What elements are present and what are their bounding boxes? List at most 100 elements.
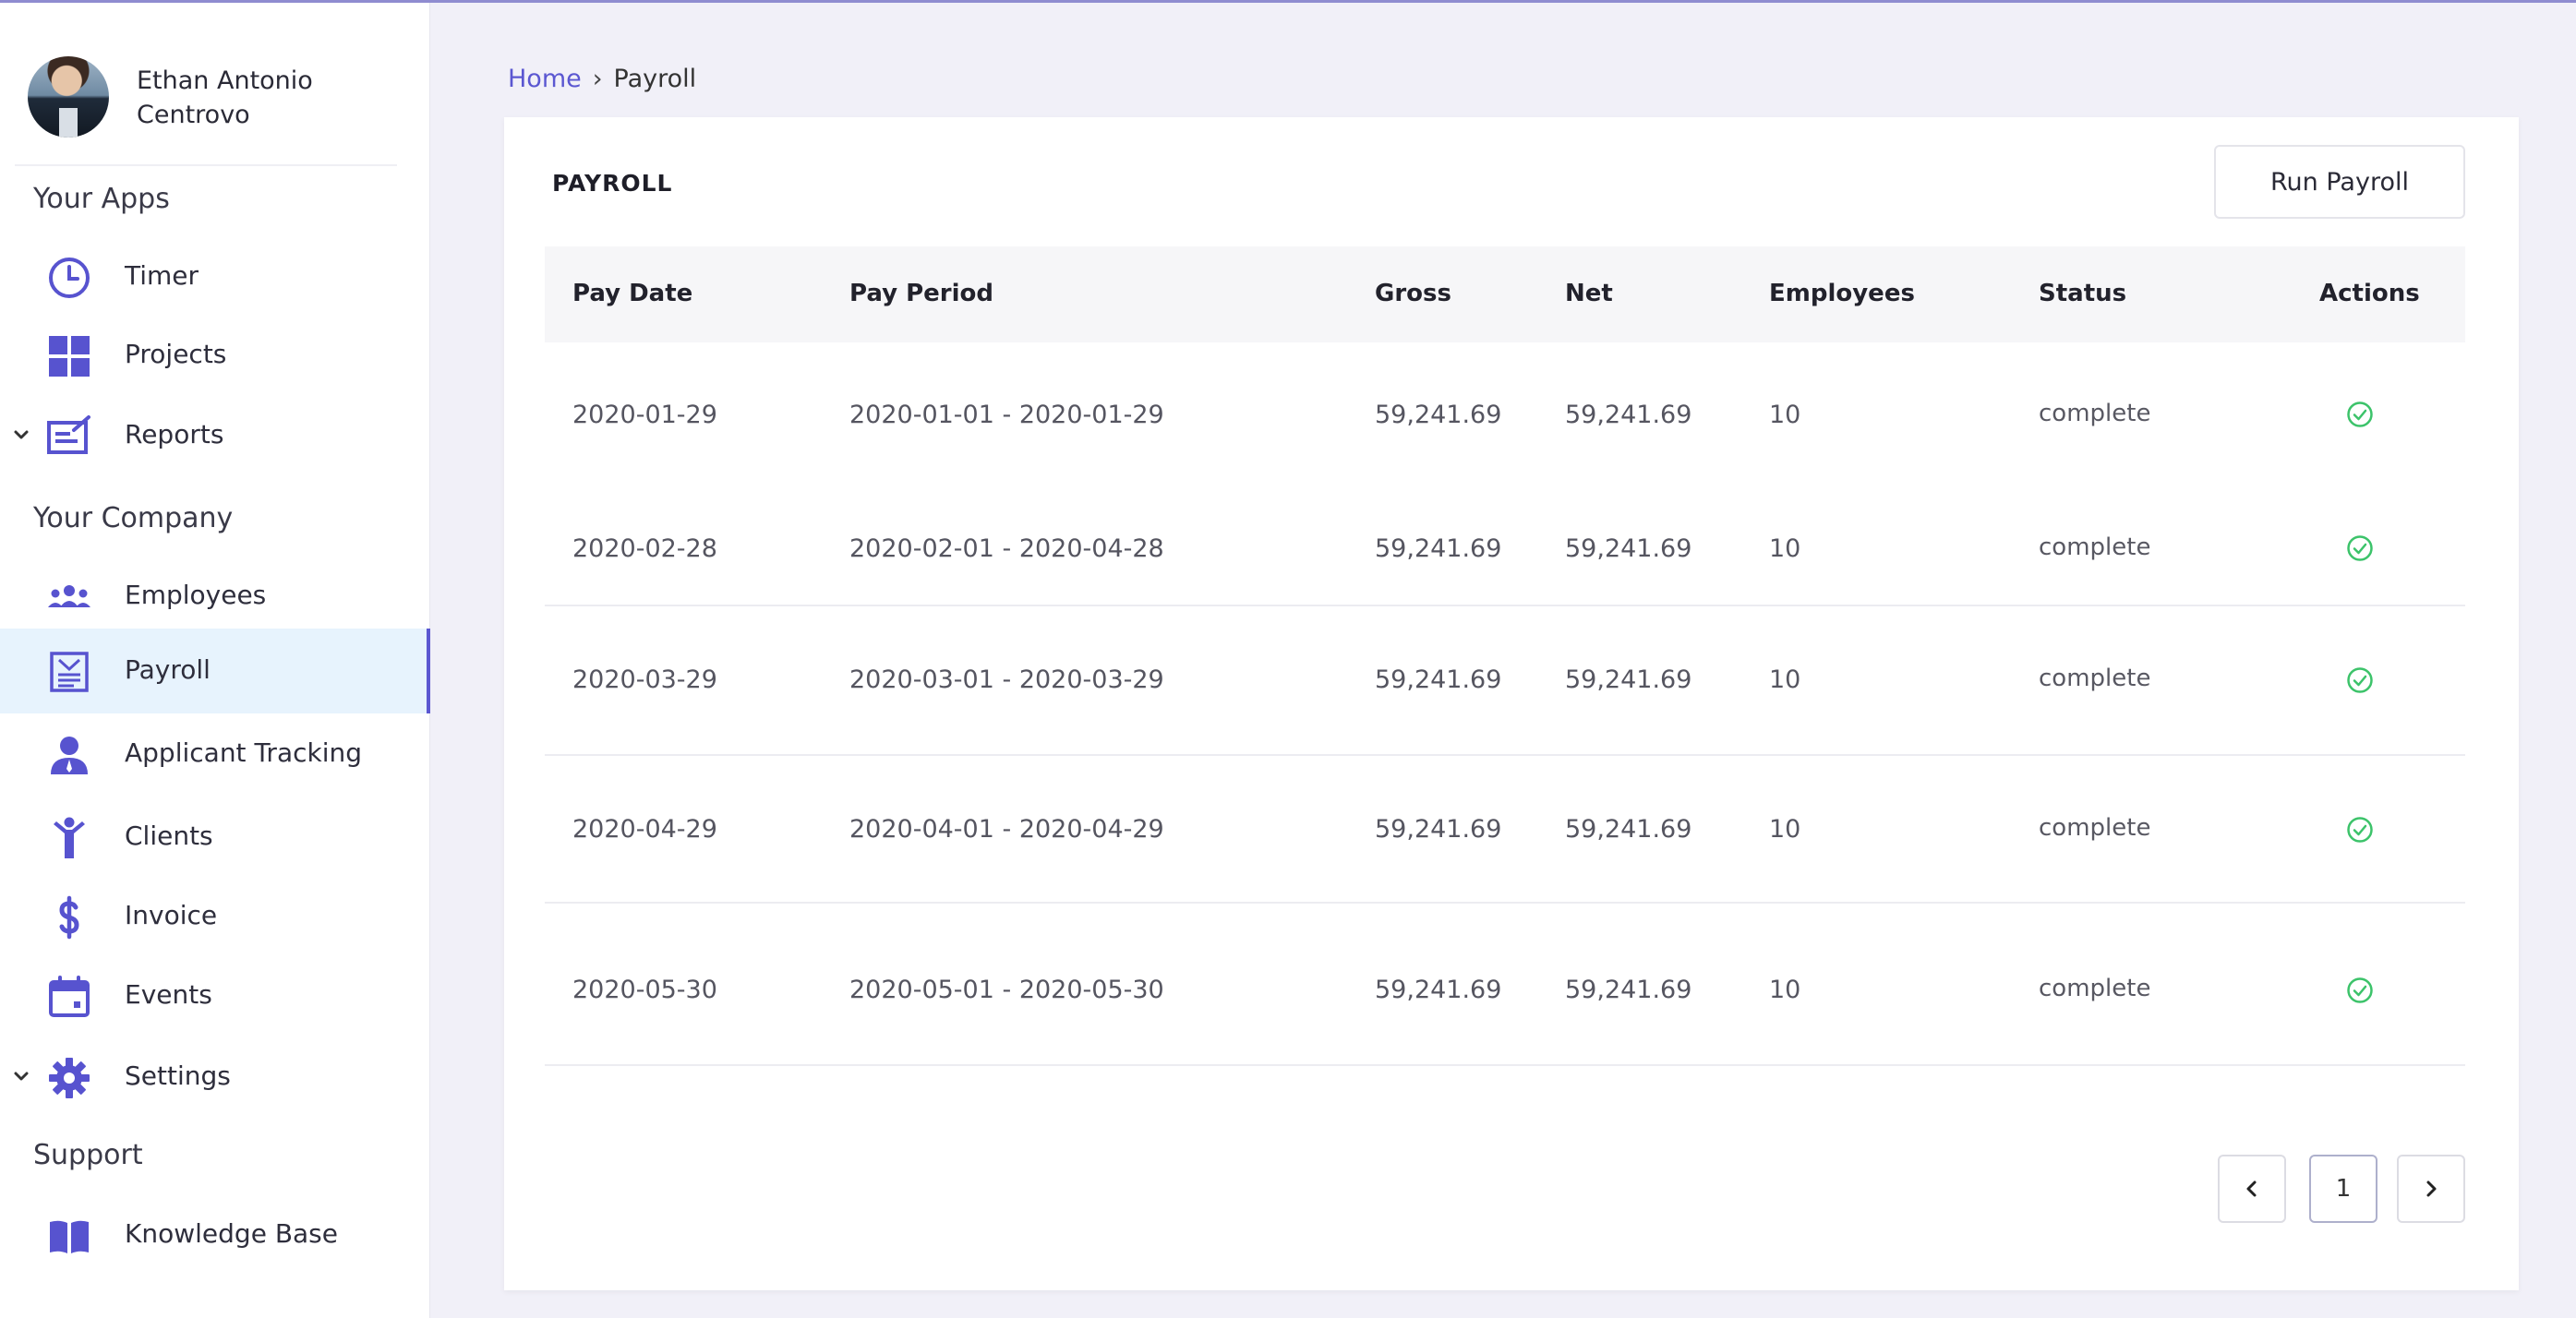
sidebar-item-label: Events [125,979,212,1010]
avatar [28,56,109,138]
table-row[interactable]: 2020-04-29 2020-04-01 - 2020-04-29 59,24… [545,756,2465,904]
net-cell: 59,241.69 [1565,401,1692,429]
pay-date-cell: 2020-03-29 [572,665,717,694]
chevron-down-icon[interactable] [11,425,31,445]
pay-period-cell: 2020-02-01 - 2020-04-28 [849,534,1164,563]
chevron-left-icon [2246,1180,2257,1197]
sidebar-item-label: Payroll [125,654,211,685]
chevron-right-icon: › [592,65,603,93]
pay-date-cell: 2020-05-30 [572,976,717,1004]
sidebar: Ethan Antonio Centrovo Your Apps Timer P… [0,3,430,1318]
payroll-card: PAYROLL Run Payroll Pay Date Pay Period … [504,117,2519,1290]
column-header-actions: Actions [2319,280,2420,307]
section-title-support: Support [33,1139,143,1171]
user-profile[interactable]: Ethan Antonio Centrovo [28,56,397,139]
pay-date-cell: 2020-01-29 [572,401,717,429]
gear-icon [46,1055,92,1101]
applicant-icon [46,732,92,778]
pagination-next-button[interactable] [2397,1155,2465,1223]
people-icon [46,574,92,620]
sidebar-item-label: Settings [125,1060,231,1091]
table-row[interactable]: 2020-03-29 2020-03-01 - 2020-03-29 59,24… [545,606,2465,756]
table-row[interactable]: 2020-05-30 2020-05-01 - 2020-05-30 59,24… [545,904,2465,1066]
net-cell: 59,241.69 [1565,665,1692,694]
pagination-prev-button[interactable] [2218,1155,2286,1223]
employees-cell: 10 [1769,815,1801,844]
sidebar-item-employees[interactable]: Employees [0,554,430,639]
status-cell: complete [2039,665,2151,692]
sidebar-item-label: Reports [125,419,224,449]
employees-cell: 10 [1769,665,1801,694]
clock-icon [46,255,92,301]
column-header-status[interactable]: Status [2039,280,2126,307]
sidebar-item-settings[interactable]: Settings [0,1035,430,1120]
pay-period-cell: 2020-04-01 - 2020-04-29 [849,815,1164,844]
sidebar-item-label: Invoice [125,900,218,930]
pay-date-cell: 2020-04-29 [572,815,717,844]
page-title: PAYROLL [552,170,673,197]
employees-cell: 10 [1769,534,1801,563]
sidebar-item-label: Clients [125,821,213,851]
sidebar-item-label: Applicant Tracking [125,737,363,768]
grid-icon [46,333,92,379]
status-cell: complete [2039,814,2151,842]
check-circle-icon[interactable] [2345,400,2375,429]
sidebar-item-payroll[interactable]: Payroll [0,629,430,713]
status-cell: complete [2039,400,2151,427]
check-circle-icon[interactable] [2345,976,2375,1005]
payroll-icon [46,649,92,695]
column-header-pay-period[interactable]: Pay Period [849,280,993,307]
check-circle-icon[interactable] [2345,665,2375,695]
column-header-net[interactable]: Net [1565,280,1613,307]
pay-period-cell: 2020-01-01 - 2020-01-29 [849,401,1164,429]
breadcrumb-home-link[interactable]: Home [508,65,582,93]
sidebar-item-projects[interactable]: Projects [0,313,430,398]
section-title-your-apps: Your Apps [33,183,170,215]
employees-cell: 10 [1769,976,1801,1004]
sidebar-item-invoice[interactable]: Invoice [0,874,430,959]
sidebar-item-applicant-tracking[interactable]: Applicant Tracking [0,712,430,797]
column-header-gross[interactable]: Gross [1375,280,1451,307]
sidebar-item-label: Projects [125,339,227,369]
pagination-page-button[interactable]: 1 [2309,1155,2377,1223]
report-icon [46,413,92,460]
gross-cell: 59,241.69 [1375,815,1502,844]
sidebar-item-label: Knowledge Base [125,1218,338,1249]
pay-period-cell: 2020-05-01 - 2020-05-30 [849,976,1164,1004]
chevron-right-icon [2426,1180,2437,1197]
table-row[interactable]: 2020-02-28 2020-02-01 - 2020-04-28 59,24… [545,490,2465,606]
book-icon [46,1213,92,1259]
section-title-your-company: Your Company [33,502,234,534]
status-cell: complete [2039,533,2151,561]
column-header-pay-date[interactable]: Pay Date [572,280,692,307]
breadcrumb-current: Payroll [613,65,697,93]
person-arms-up-icon [46,815,92,861]
pay-period-cell: 2020-03-01 - 2020-03-29 [849,665,1164,694]
pay-date-cell: 2020-02-28 [572,534,717,563]
gross-cell: 59,241.69 [1375,665,1502,694]
gross-cell: 59,241.69 [1375,534,1502,563]
sidebar-item-events[interactable]: Events [0,953,430,1038]
chevron-down-icon[interactable] [11,1066,31,1086]
check-circle-icon[interactable] [2345,815,2375,845]
sidebar-item-timer[interactable]: Timer [0,234,430,319]
sidebar-item-reports[interactable]: Reports [0,393,430,478]
check-circle-icon[interactable] [2345,533,2375,563]
table-header: Pay Date Pay Period Gross Net Employees … [545,246,2465,342]
net-cell: 59,241.69 [1565,815,1692,844]
sidebar-divider [15,164,397,166]
dollar-icon [46,894,92,941]
sidebar-item-label: Employees [125,580,267,610]
breadcrumb: Home › Payroll [508,65,696,93]
gross-cell: 59,241.69 [1375,401,1502,429]
sidebar-item-knowledge-base[interactable]: Knowledge Base [0,1192,430,1277]
status-cell: complete [2039,975,2151,1002]
sidebar-item-label: Timer [125,260,199,291]
net-cell: 59,241.69 [1565,976,1692,1004]
calendar-icon [46,974,92,1020]
employees-cell: 10 [1769,401,1801,429]
sidebar-item-clients[interactable]: Clients [0,795,430,880]
column-header-employees[interactable]: Employees [1769,280,1915,307]
run-payroll-button[interactable]: Run Payroll [2214,145,2465,219]
gross-cell: 59,241.69 [1375,976,1502,1004]
